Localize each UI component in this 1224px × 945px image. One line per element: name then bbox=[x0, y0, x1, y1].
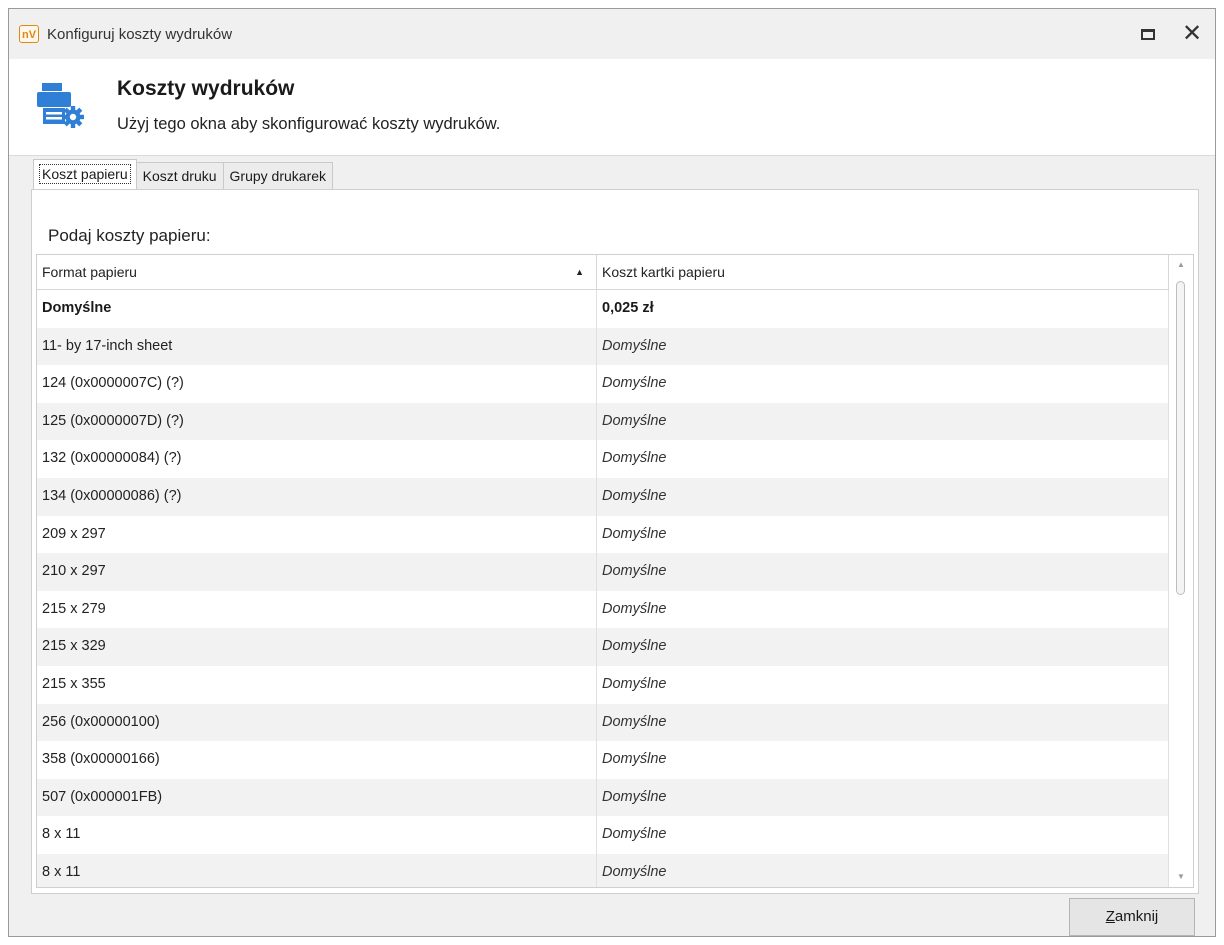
close-label-rest: amknij bbox=[1114, 908, 1159, 925]
cell-format[interactable]: 358 (0x00000166) bbox=[37, 741, 597, 779]
close-mnemonic: Z bbox=[1105, 908, 1115, 925]
cell-cost[interactable]: Domyślne bbox=[597, 402, 1169, 441]
table-row[interactable]: 215 x 355 Domyślne bbox=[37, 665, 1169, 704]
column-header-format[interactable]: Format papieru ▲ bbox=[37, 255, 597, 289]
cell-cost[interactable]: Domyślne bbox=[597, 703, 1169, 742]
tab-panel: Podaj koszty papieru: Format papieru ▲ K… bbox=[31, 189, 1199, 894]
dialog-window: nV Konfiguruj koszty wydruków ✕ Koszty w… bbox=[8, 8, 1216, 937]
paper-cost-grid: Format papieru ▲ Koszt kartki papieru Do… bbox=[36, 254, 1194, 888]
grid-header: Format papieru ▲ Koszt kartki papieru bbox=[37, 255, 1169, 290]
close-icon: ✕ bbox=[1181, 20, 1203, 47]
table-row[interactable]: 358 (0x00000166) Domyślne bbox=[37, 741, 1169, 779]
table-row[interactable]: 8 x 11 Domyślne bbox=[37, 853, 1169, 887]
cell-cost[interactable]: Domyślne bbox=[597, 853, 1169, 887]
column-header-cost[interactable]: Koszt kartki papieru bbox=[597, 255, 1169, 289]
cell-format[interactable]: 256 (0x00000100) bbox=[37, 703, 597, 742]
close-button[interactable]: Zamknij bbox=[1069, 898, 1195, 936]
table-row[interactable]: 124 (0x0000007C) (?) Domyślne bbox=[37, 365, 1169, 403]
cell-format[interactable]: 11- by 17-inch sheet bbox=[37, 327, 597, 366]
cell-format[interactable]: 132 (0x00000084) (?) bbox=[37, 440, 597, 478]
cell-format[interactable]: 8 x 11 bbox=[37, 853, 597, 887]
table-row[interactable]: 210 x 297 Domyślne bbox=[37, 553, 1169, 591]
header-subtitle: Użyj tego okna aby skonfigurować koszty … bbox=[117, 115, 501, 133]
vertical-scrollbar[interactable]: ▲ ▼ bbox=[1169, 255, 1193, 887]
cell-cost[interactable]: Domyślne bbox=[597, 590, 1169, 629]
cell-cost[interactable]: Domyślne bbox=[597, 665, 1169, 704]
cell-cost[interactable]: Domyślne bbox=[597, 816, 1169, 854]
table-row[interactable]: 209 x 297 Domyślne bbox=[37, 515, 1169, 554]
cell-format[interactable]: 125 (0x0000007D) (?) bbox=[37, 402, 597, 441]
cell-cost[interactable]: 0,025 zł bbox=[597, 290, 1169, 328]
cell-format[interactable]: 215 x 329 bbox=[37, 628, 597, 666]
grid-rows: Domyślne 0,025 zł 11- by 17-inch sheet Domy… bbox=[37, 290, 1169, 887]
maximize-icon bbox=[1141, 28, 1155, 40]
cell-cost[interactable]: Domyślne bbox=[597, 741, 1169, 779]
table-row[interactable]: 215 x 329 Domyślne bbox=[37, 628, 1169, 666]
cell-format[interactable]: 215 x 355 bbox=[37, 665, 597, 704]
scroll-up-icon[interactable]: ▲ bbox=[1169, 255, 1193, 275]
app-icon: nV bbox=[19, 25, 39, 43]
cell-format[interactable]: 124 (0x0000007C) (?) bbox=[37, 365, 597, 403]
cell-format[interactable]: 209 x 297 bbox=[37, 515, 597, 554]
cell-format[interactable]: Domyślne bbox=[37, 290, 597, 328]
scroll-thumb[interactable] bbox=[1176, 281, 1185, 595]
tab-koszt-papieru[interactable]: Koszt papieru bbox=[33, 159, 137, 189]
cell-cost[interactable]: Domyślne bbox=[597, 477, 1169, 516]
cell-cost[interactable]: Domyślne bbox=[597, 628, 1169, 666]
table-row[interactable]: 11- by 17-inch sheet Domyślne bbox=[37, 327, 1169, 366]
tab-label: Koszt papieru bbox=[39, 164, 131, 184]
table-row[interactable]: 507 (0x000001FB) Domyślne bbox=[37, 778, 1169, 817]
title-bar: nV Konfiguruj koszty wydruków ✕ bbox=[9, 9, 1215, 59]
panel-label: Podaj koszty papieru: bbox=[48, 226, 211, 245]
cell-cost[interactable]: Domyślne bbox=[597, 365, 1169, 403]
cell-cost[interactable]: Domyślne bbox=[597, 515, 1169, 554]
table-row[interactable]: Domyślne 0,025 zł bbox=[37, 290, 1169, 328]
cell-format[interactable]: 210 x 297 bbox=[37, 553, 597, 591]
printer-settings-icon bbox=[37, 83, 84, 128]
cell-cost[interactable]: Domyślne bbox=[597, 553, 1169, 591]
table-row[interactable]: 134 (0x00000086) (?) Domyślne bbox=[37, 477, 1169, 516]
tab-strip: Koszt papieru Koszt druku Grupy drukarek bbox=[33, 159, 334, 189]
cell-format[interactable]: 134 (0x00000086) (?) bbox=[37, 477, 597, 516]
cell-format[interactable]: 8 x 11 bbox=[37, 816, 597, 854]
scroll-down-icon[interactable]: ▼ bbox=[1169, 867, 1193, 887]
table-row[interactable]: 132 (0x00000084) (?) Domyślne bbox=[37, 440, 1169, 478]
table-row[interactable]: 256 (0x00000100) Domyślne bbox=[37, 703, 1169, 742]
cell-cost[interactable]: Domyślne bbox=[597, 778, 1169, 817]
cell-cost[interactable]: Domyślne bbox=[597, 440, 1169, 478]
sort-ascending-icon: ▲ bbox=[575, 267, 584, 277]
table-row[interactable]: 8 x 11 Domyślne bbox=[37, 816, 1169, 854]
close-window-button[interactable]: ✕ bbox=[1179, 21, 1205, 47]
header-title: Koszty wydruków bbox=[117, 77, 295, 100]
table-row[interactable]: 125 (0x0000007D) (?) Domyślne bbox=[37, 402, 1169, 441]
column-header-label: Format papieru bbox=[42, 264, 137, 280]
header-band: Koszty wydruków Użyj tego okna aby skonf… bbox=[9, 59, 1215, 156]
cell-cost[interactable]: Domyślne bbox=[597, 327, 1169, 366]
tab-koszt-druku[interactable]: Koszt druku bbox=[135, 162, 224, 189]
cell-format[interactable]: 507 (0x000001FB) bbox=[37, 778, 597, 817]
table-row[interactable]: 215 x 279 Domyślne bbox=[37, 590, 1169, 629]
window-title: Konfiguruj koszty wydruków bbox=[47, 25, 233, 43]
tab-grupy-drukarek[interactable]: Grupy drukarek bbox=[222, 162, 334, 189]
maximize-button[interactable] bbox=[1135, 21, 1161, 47]
cell-format[interactable]: 215 x 279 bbox=[37, 590, 597, 629]
